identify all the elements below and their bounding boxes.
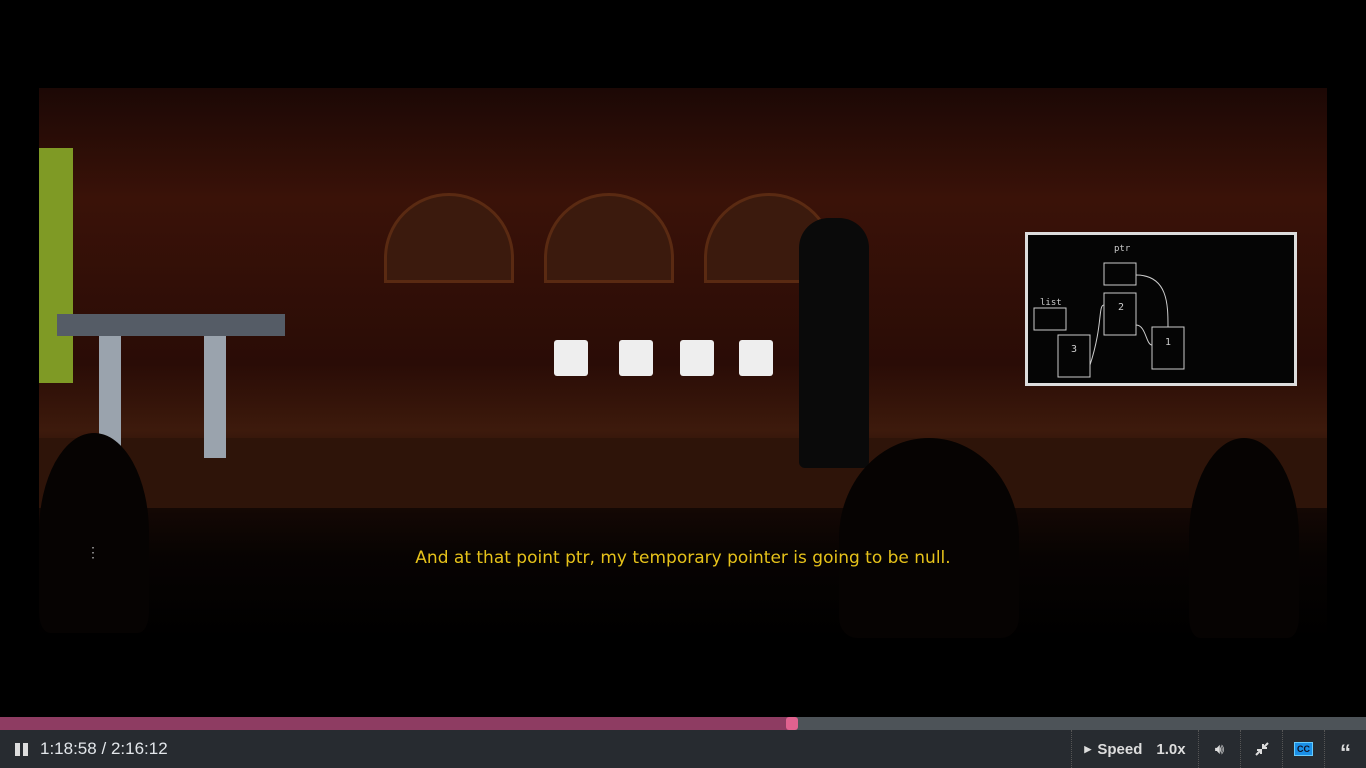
node-value: 2	[1118, 302, 1124, 313]
collapse-icon	[1254, 742, 1269, 756]
stage	[39, 438, 1327, 508]
subtitle: And at that point ptr, my temporary poin…	[415, 548, 951, 568]
node-value: 3	[1071, 344, 1077, 355]
audience	[839, 438, 1019, 638]
arch	[544, 193, 674, 283]
label-list: list	[1040, 298, 1062, 308]
whiteboard: ptr list 2 3 1	[1025, 232, 1297, 386]
speed-value: 1.0x	[1156, 740, 1186, 758]
pause-icon	[14, 742, 20, 756]
captions-button[interactable]: CC	[1282, 730, 1324, 768]
cc-icon: CC	[1294, 742, 1313, 756]
bucket	[739, 340, 773, 376]
screen-edge	[39, 148, 73, 383]
volume-icon: 🔊︎	[1214, 740, 1225, 758]
node-value: 1	[1165, 337, 1171, 348]
pause-button[interactable]	[0, 730, 40, 768]
lectern	[57, 314, 285, 336]
volume-button[interactable]: 🔊︎	[1198, 730, 1240, 768]
video-area[interactable]: ptr list 2 3 1 ⋮ And at that point ptr, …	[0, 0, 1366, 717]
audience	[1189, 438, 1299, 638]
label-ptr: ptr	[1114, 244, 1131, 254]
time-separator: /	[101, 739, 107, 758]
transcript-button[interactable]: “	[1324, 730, 1366, 768]
progress-bar[interactable]	[0, 717, 1366, 730]
bucket	[619, 340, 653, 376]
current-time: 1:18:58	[40, 739, 97, 758]
speed-label: Speed	[1097, 740, 1143, 758]
pause-icon-bar	[22, 742, 28, 756]
bucket	[680, 340, 714, 376]
arch	[384, 193, 514, 283]
caret-right-icon: ▶	[1084, 743, 1092, 754]
lecturer	[799, 218, 869, 468]
control-bar: 1:18:58 / 2:16:12 ▶ Speed 1.0x 🔊︎ CC “	[0, 730, 1366, 768]
speed-button[interactable]: ▶ Speed 1.0x	[1071, 730, 1198, 768]
progress-handle[interactable]	[786, 717, 799, 730]
bucket	[554, 340, 588, 376]
audience	[39, 433, 149, 633]
progress-fill	[0, 717, 793, 730]
time-display: 1:18:58 / 2:16:12	[40, 739, 168, 759]
lectern-leg	[204, 336, 226, 458]
exit-fullscreen-button[interactable]	[1240, 730, 1282, 768]
quote-icon: “	[1340, 740, 1351, 765]
duration: 2:16:12	[110, 739, 168, 758]
